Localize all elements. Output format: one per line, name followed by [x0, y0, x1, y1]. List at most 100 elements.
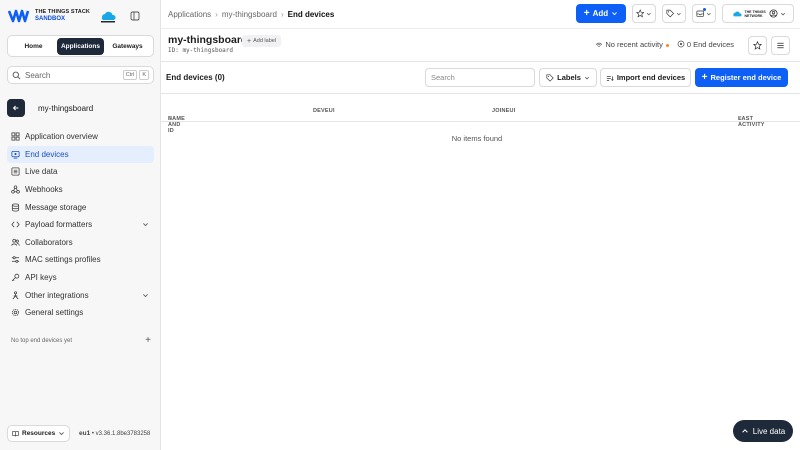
grid-icon — [11, 132, 20, 141]
sidebar-item-api-keys[interactable]: API keys — [7, 269, 154, 287]
gear-icon — [11, 309, 20, 317]
unread-dot — [703, 8, 706, 11]
signal-icon — [596, 42, 603, 48]
top-actions: + Add THE THINGS NETWORK — [576, 4, 794, 23]
page-title: my-thingsboard — [168, 34, 248, 46]
application-menu-button[interactable] — [771, 36, 790, 55]
bookmarks-button[interactable] — [632, 4, 656, 23]
column-deveui: DEVEUI — [313, 108, 335, 114]
top-end-devices: No top end devices yet + — [11, 335, 151, 346]
application-stats: No recent activity 0 End devices — [595, 40, 734, 49]
brand-edition: SANDBOX — [35, 16, 66, 22]
live-data-button[interactable]: Live data — [733, 420, 793, 442]
chevron-down-icon — [612, 12, 618, 16]
list-icon — [11, 167, 20, 176]
breadcrumb-current: End devices — [287, 9, 335, 19]
application-header: my-thingsboard ID: my-thingsboard + Add … — [161, 28, 800, 62]
chevron-down-icon — [647, 12, 652, 15]
search-icon — [12, 71, 21, 79]
sidebar-item-application-overview[interactable]: Application overview — [7, 128, 154, 146]
import-icon — [606, 75, 614, 81]
code-icon — [11, 221, 20, 228]
brand[interactable]: THE THINGS STACK SANDBOX — [8, 7, 156, 25]
sidebar-item-other-integrations[interactable]: Other integrations — [7, 286, 154, 304]
table-header-row: NAME AND ID ⇕ DEVEUI JOINEUI LAST ACTIVI… — [161, 100, 800, 134]
bookmark-application-button[interactable] — [748, 36, 767, 55]
labels-filter-button[interactable]: Labels — [539, 68, 597, 87]
chevron-down-icon — [143, 293, 148, 297]
sidebar-item-payload-formatters[interactable]: Payload formatters — [7, 216, 154, 234]
current-application: my-thingsboard — [7, 99, 93, 117]
chevron-down-icon — [59, 432, 64, 436]
back-button[interactable] — [7, 99, 25, 117]
register-end-device-button[interactable]: + Register end device — [695, 68, 788, 87]
tab-applications[interactable]: Applications — [57, 37, 104, 55]
integrations-icon — [12, 290, 19, 300]
add-label-button[interactable]: + Add label — [242, 35, 282, 47]
sidebar-item-message-storage[interactable]: Message storage — [7, 198, 154, 216]
database-icon — [11, 203, 20, 212]
arrow-left-icon — [12, 105, 19, 111]
profile-button[interactable]: THE THINGS NETWORK — [722, 4, 794, 23]
no-top-devices-text: No top end devices yet — [11, 337, 73, 344]
chevron-down-icon — [677, 12, 682, 15]
breadcrumb: Applications › my-thingsboard › End devi… — [168, 9, 335, 19]
sidebar-item-general-settings[interactable]: General settings — [7, 304, 154, 322]
devices-icon — [677, 40, 685, 48]
cluster-name: eu1 — [79, 430, 91, 437]
sidebar-item-webhooks[interactable]: Webhooks — [7, 181, 154, 199]
main-nav-tabs: Home Applications Gateways — [7, 35, 154, 57]
tag-icon — [546, 73, 554, 82]
sliders-icon — [11, 256, 20, 264]
status-dot — [665, 44, 669, 47]
labels-menu-button[interactable] — [662, 4, 686, 23]
user-avatar-icon — [768, 9, 778, 18]
sidebar-item-collaborators[interactable]: Collaborators — [7, 234, 154, 252]
application-id: ID: my-thingsboard — [168, 47, 234, 54]
notifications-button[interactable] — [692, 4, 716, 23]
end-devices-toolbar: End devices (0) Search Labels Import end… — [161, 62, 800, 94]
sort-icon: ⇕ — [168, 116, 173, 122]
add-button[interactable]: + Add — [576, 4, 626, 23]
sidebar-item-mac-settings-profiles[interactable]: MAC settings profiles — [7, 251, 154, 269]
breadcrumb-application[interactable]: my-thingsboard — [222, 10, 277, 19]
plus-icon: + — [583, 8, 590, 19]
devices-icon — [11, 150, 20, 159]
sidebar: THE THINGS STACK SANDBOX Home Applicatio… — [0, 0, 161, 450]
end-devices-count[interactable]: 0 End devices — [677, 40, 734, 49]
empty-state: No items found — [451, 134, 503, 143]
star-icon — [753, 41, 762, 50]
resources-button[interactable]: Resources — [7, 425, 70, 442]
ttn-cloud-icon — [100, 11, 116, 23]
chevron-down-icon — [584, 76, 589, 79]
ttn-cloud-icon — [732, 10, 742, 16]
brand-name: THE THINGS STACK — [35, 9, 90, 15]
tab-home[interactable]: Home — [10, 38, 57, 55]
version-string: • v3.36.1.8be3783258 — [90, 431, 151, 437]
star-icon — [636, 9, 645, 18]
users-icon — [11, 238, 20, 246]
chevron-down-icon — [143, 223, 148, 227]
application-menu: Application overview End devices Live da… — [7, 128, 154, 322]
breadcrumb-applications[interactable]: Applications — [168, 10, 211, 19]
sidebar-item-end-devices[interactable]: End devices — [7, 145, 154, 164]
tts-logo-icon — [8, 9, 30, 23]
table-title: End devices (0) — [166, 73, 225, 82]
add-top-device-icon[interactable]: + — [145, 335, 151, 346]
plus-icon: + — [247, 37, 252, 45]
network-name: THE THINGS NETWORK — [744, 9, 766, 18]
book-icon — [12, 431, 19, 437]
import-end-devices-button[interactable]: Import end devices — [600, 68, 691, 87]
tab-gateways[interactable]: Gateways — [104, 38, 151, 55]
sidebar-search[interactable]: Search Ctrl K — [7, 66, 154, 84]
sidebar-item-live-data[interactable]: Live data — [7, 163, 154, 181]
chevron-down-icon — [780, 12, 785, 15]
search-placeholder: Search — [25, 70, 51, 80]
chevron-down-icon — [707, 12, 712, 15]
webhook-icon — [11, 185, 20, 194]
plus-icon: + — [701, 72, 708, 83]
top-bar: Applications › my-thingsboard › End devi… — [161, 0, 800, 28]
key-icon — [11, 273, 20, 282]
collapse-sidebar-icon[interactable] — [130, 11, 140, 21]
end-devices-search-input[interactable]: Search — [425, 68, 535, 87]
